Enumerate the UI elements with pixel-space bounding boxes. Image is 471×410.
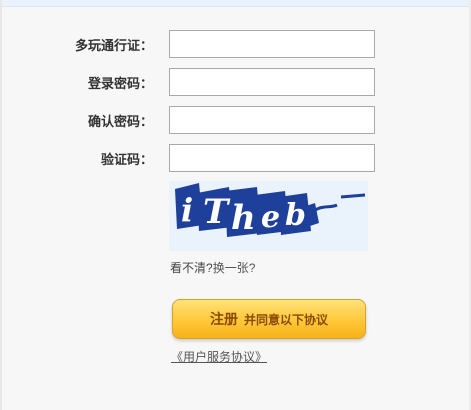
confirm-password-row: 确认密码： xyxy=(0,106,471,134)
captcha-row: 验证码： xyxy=(0,144,471,172)
svg-text:i: i xyxy=(181,191,193,229)
captcha-refresh-link[interactable]: 换一张? xyxy=(213,261,256,275)
password-row: 登录密码： xyxy=(0,68,471,96)
register-button-label: 注册 xyxy=(209,311,238,327)
captcha-label: 验证码： xyxy=(100,152,153,167)
top-border xyxy=(0,0,471,7)
captcha-unclear-text: 看不清? xyxy=(170,261,213,275)
register-button[interactable]: 注册 并同意以下协议 xyxy=(172,299,366,339)
svg-text:T: T xyxy=(203,192,231,232)
account-input[interactable] xyxy=(169,30,375,58)
svg-text:b: b xyxy=(285,198,306,233)
captcha-graphic: i T h e b xyxy=(169,181,368,251)
confirm-password-label: 确认密码： xyxy=(87,114,153,129)
user-agreement-link[interactable]: 《用户服务协议》 xyxy=(171,348,267,365)
account-label: 多玩通行证： xyxy=(74,38,153,53)
svg-text:h: h xyxy=(231,198,256,238)
captcha-refresh-row: 看不清?换一张? xyxy=(170,259,255,276)
account-row: 多玩通行证： xyxy=(0,30,471,58)
svg-text:e: e xyxy=(261,200,280,235)
password-input[interactable] xyxy=(169,68,375,96)
captcha-image[interactable]: i T h e b xyxy=(169,181,368,251)
confirm-password-input[interactable] xyxy=(169,106,375,134)
captcha-input[interactable] xyxy=(169,144,375,172)
register-button-sublabel: 并同意以下协议 xyxy=(243,312,328,327)
password-label: 登录密码： xyxy=(87,76,153,91)
left-border xyxy=(0,0,2,410)
